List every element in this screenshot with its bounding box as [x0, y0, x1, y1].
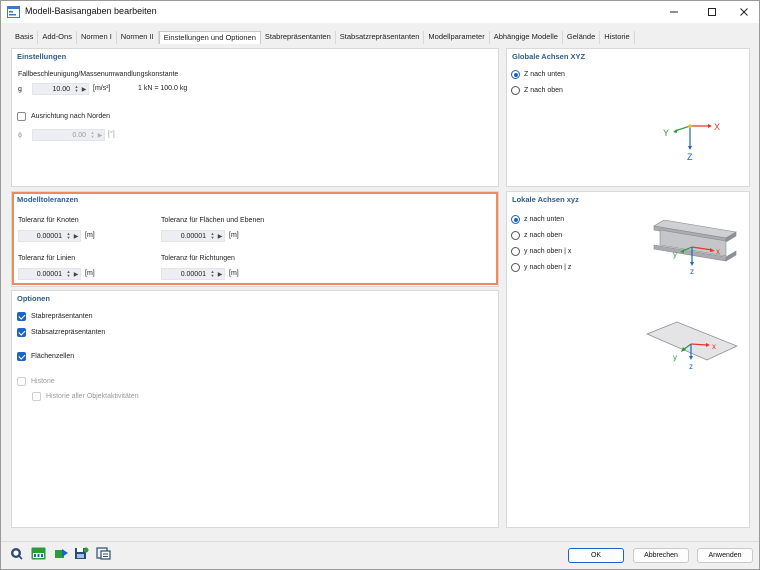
ok-button[interactable]: OK: [568, 548, 624, 563]
historie-checkbox[interactable]: [17, 377, 26, 386]
title-bar: Modell-Basisangaben bearbeiten: [1, 1, 759, 23]
stabsatzrepraesentanten-checkbox[interactable]: [17, 328, 26, 337]
maximize-icon: [708, 8, 716, 16]
gravity-label: Fallbeschleunigung/Massenumwandlungskons…: [18, 71, 179, 78]
globale-achsen-panel: Globale Achsen XYZ Z nach unten Z nach o…: [506, 48, 750, 187]
tab-modellparameter[interactable]: Modellparameter: [424, 31, 490, 44]
tab-stabsatzrepraesentanten[interactable]: Stabsatzrepräsentanten: [336, 31, 425, 44]
apply-button[interactable]: Anwenden: [697, 548, 753, 563]
lokal-z-nach-oben-radio[interactable]: [511, 231, 520, 240]
optionen-panel: Optionen Stabrepräsentanten Stabsatzrepr…: [11, 290, 499, 528]
decimal-places-icon: [31, 547, 46, 560]
modelltoleranzen-highlight: [12, 192, 498, 285]
template-icon: [96, 547, 111, 560]
lokale-achsen-title: Lokale Achsen xyz: [512, 195, 579, 204]
tab-add-ons[interactable]: Add-Ons: [38, 31, 77, 44]
close-icon: [740, 8, 748, 16]
global-axes-diagram: X Y Z: [663, 122, 720, 162]
beam-axes-diagram: x y z: [653, 220, 737, 276]
stabrepraesentanten-checkbox[interactable]: [17, 312, 26, 321]
save-settings-icon: [75, 547, 89, 559]
axis-x-label: X: [714, 122, 720, 132]
gravity-unit: [m/s²]: [93, 85, 111, 92]
lokal-z-nach-unten-label: z nach unten: [524, 216, 565, 223]
plate-axis-y-label: y: [673, 353, 677, 362]
model-transfer-button[interactable]: [53, 546, 70, 561]
dialog-window: Modell-Basisangaben bearbeiten Basis Add…: [0, 0, 760, 570]
tab-normen-2[interactable]: Normen II: [117, 31, 159, 44]
lokal-z-nach-oben-label: z nach oben: [524, 232, 563, 239]
stabsatzrepraesentanten-label: Stabsatzrepräsentanten: [31, 329, 106, 336]
optionen-title: Optionen: [17, 294, 50, 303]
play-arrow-icon[interactable]: ▶: [96, 132, 104, 139]
north-checkbox[interactable]: [17, 112, 26, 121]
tab-basis[interactable]: Basis: [11, 31, 39, 44]
footer-separator: [1, 541, 759, 542]
flaechenzellen-label: Flächenzellen: [31, 353, 75, 360]
north-label: Ausrichtung nach Norden: [31, 113, 110, 120]
help-search-icon: [11, 548, 23, 560]
einstellungen-title: Einstellungen: [17, 52, 67, 61]
tab-historie[interactable]: Historie: [600, 31, 635, 44]
lokal-z-nach-unten-radio[interactable]: [511, 215, 520, 224]
y-nach-oben-z-radio[interactable]: [511, 263, 520, 272]
phi-symbol: ϕ: [18, 132, 22, 139]
historie-objektaktivitaeten-checkbox[interactable]: [32, 392, 41, 401]
plate-axis-x-label: x: [712, 342, 716, 351]
north-angle-unit: [°]: [108, 131, 115, 138]
tab-abhaengige-modelle[interactable]: Abhängige Modelle: [490, 31, 563, 44]
tab-stabrepraesentanten[interactable]: Stabrepräsentanten: [261, 31, 336, 44]
stabrepraesentanten-label: Stabrepräsentanten: [31, 313, 93, 320]
z-nach-oben-label: Z nach oben: [524, 87, 563, 94]
tab-einstellungen-und-optionen[interactable]: Einstellungen und Optionen: [158, 31, 261, 44]
y-nach-oben-x-radio[interactable]: [511, 247, 520, 256]
z-nach-unten-label: Z nach unten: [524, 71, 565, 78]
globale-achsen-title: Globale Achsen XYZ: [512, 52, 586, 61]
units-button[interactable]: [30, 546, 47, 561]
tab-gelaende[interactable]: Gelände: [563, 31, 601, 44]
historie-label: Historie: [31, 378, 55, 385]
template-button[interactable]: [95, 546, 112, 561]
y-nach-oben-x-label: y nach oben | x: [524, 248, 572, 255]
beam-axis-z-label: z: [690, 267, 694, 276]
g-symbol: g: [18, 86, 22, 93]
minimize-icon: [670, 11, 678, 13]
north-angle-input[interactable]: 0.00 ▲ ▼ ▶: [32, 129, 105, 141]
axis-y-label: Y: [663, 128, 669, 138]
axis-z-label: Z: [687, 152, 693, 162]
tab-normen-1[interactable]: Normen I: [77, 31, 117, 44]
gravity-value: 10.00: [52, 85, 70, 93]
minimize-button[interactable]: [657, 1, 691, 23]
einstellungen-panel: Einstellungen Fallbeschleunigung/Massenu…: [11, 48, 499, 187]
gravity-input[interactable]: 10.00 ▲ ▼ ▶: [32, 83, 89, 95]
spinner-arrows-icon[interactable]: ▲ ▼: [89, 131, 96, 139]
historie-objektaktivitaeten-label: Historie aller Objektaktivitäten: [46, 393, 139, 400]
beam-axis-x-label: x: [716, 247, 720, 256]
close-button[interactable]: [727, 1, 760, 23]
maximize-button[interactable]: [695, 1, 729, 23]
help-button[interactable]: [8, 546, 25, 561]
tab-bar: Basis Add-Ons Normen I Normen II Einstel…: [11, 31, 635, 44]
flaechenzellen-checkbox[interactable]: [17, 352, 26, 361]
z-nach-unten-radio[interactable]: [511, 70, 520, 79]
save-settings-button[interactable]: [73, 546, 90, 561]
plate-axes-diagram: x y z: [646, 321, 738, 371]
app-icon: [7, 6, 20, 18]
cancel-button[interactable]: Abbrechen: [633, 548, 689, 563]
plate-axis-z-label: z: [689, 362, 693, 371]
lokale-achsen-panel: Lokale Achsen xyz z nach unten z nach ob…: [506, 191, 750, 528]
model-transfer-icon: [55, 549, 68, 558]
window-title: Modell-Basisangaben bearbeiten: [25, 6, 157, 16]
z-nach-oben-radio[interactable]: [511, 86, 520, 95]
y-nach-oben-z-label: y nach oben | z: [524, 264, 572, 271]
beam-axis-y-label: y: [673, 250, 677, 259]
spinner-arrows-icon[interactable]: ▲ ▼: [73, 85, 80, 93]
play-arrow-icon[interactable]: ▶: [80, 86, 88, 93]
north-angle-value: 0.00: [72, 131, 86, 139]
kn-info: 1 kN = 100.0 kg: [138, 85, 188, 92]
